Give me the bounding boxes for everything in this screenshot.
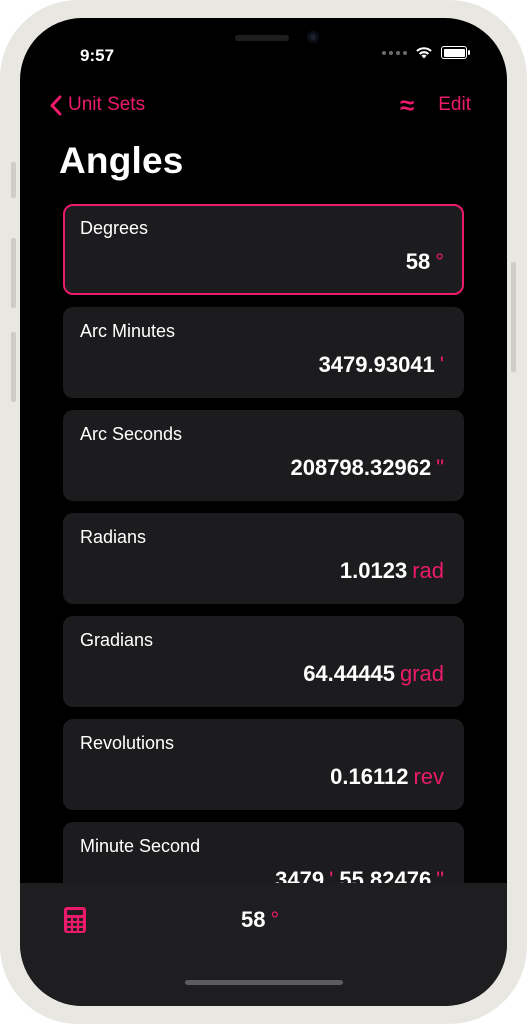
edit-button[interactable]: Edit [438, 94, 471, 116]
unit-name: Minute Second [80, 836, 201, 856]
unit-symbol: " [436, 455, 444, 480]
bottom-input-bar: 58 ° [20, 883, 507, 1006]
home-indicator[interactable] [185, 980, 343, 985]
unit-symbol: rev [413, 764, 444, 789]
unit-card-radians[interactable]: Radians 1.0123 rad [63, 513, 464, 604]
calculator-icon[interactable] [64, 907, 86, 933]
unit-symbol: grad [399, 661, 444, 686]
unit-value-number: 208798.32962 [290, 455, 432, 480]
nav-actions: ≈ Edit [400, 92, 471, 118]
volume-down-button [11, 332, 16, 402]
volume-up-button [11, 238, 16, 308]
unit-value-number: 3479.93041 [318, 352, 435, 377]
unit-card-gradians[interactable]: Gradians 64.44445 grad [63, 616, 464, 707]
input-unit: ° [270, 907, 280, 932]
wifi-icon [416, 47, 432, 59]
silent-switch [11, 162, 16, 198]
unit-value[interactable]: 1.0123 rad [340, 558, 444, 584]
back-button[interactable]: Unit Sets [50, 94, 145, 116]
unit-value-number: 0.16112 [330, 764, 409, 789]
unit-value[interactable]: 0.16112 rev [330, 764, 444, 790]
chevron-left-icon [50, 95, 62, 115]
unit-value-number: 1.0123 [339, 558, 408, 583]
unit-value[interactable]: 58 ° [406, 249, 444, 275]
signal-dots-icon [382, 50, 407, 55]
unit-symbol: ° [435, 249, 444, 274]
device-frame: 9:57 Unit Sets ≈ Edit Angles Degrees 58 … [0, 0, 527, 1024]
earpiece-speaker [235, 35, 289, 41]
power-button [511, 262, 516, 372]
approximation-toggle-button[interactable]: ≈ [400, 92, 414, 118]
unit-value[interactable]: 3479.93041 ' [319, 352, 444, 378]
battery-icon [441, 46, 470, 59]
screen: 9:57 Unit Sets ≈ Edit Angles Degrees 58 … [20, 18, 507, 1006]
unit-card-arc-minutes[interactable]: Arc Minutes 3479.93041 ' [63, 307, 464, 398]
status-icons [382, 46, 470, 59]
unit-value[interactable]: 64.44445 grad [303, 661, 444, 687]
unit-card-degrees[interactable]: Degrees 58 ° [63, 204, 464, 295]
unit-value-number: 64.44445 [303, 661, 395, 686]
unit-symbol: ' [439, 352, 444, 377]
back-button-label: Unit Sets [68, 94, 146, 115]
navigation-bar: Unit Sets ≈ Edit [20, 92, 507, 124]
status-time: 9:57 [80, 46, 115, 65]
current-input-value[interactable]: 58 ° [241, 907, 279, 933]
unit-card-revolutions[interactable]: Revolutions 0.16112 rev [63, 719, 464, 810]
unit-name: Revolutions [80, 733, 175, 753]
unit-list: Degrees 58 ° Arc Minutes 3479.93041 ' Arc … [63, 204, 464, 925]
input-number: 58 [241, 907, 266, 932]
unit-name: Gradians [80, 630, 154, 650]
unit-value-number: 58 [405, 249, 431, 274]
unit-card-arc-seconds[interactable]: Arc Seconds 208798.32962 " [63, 410, 464, 501]
unit-value[interactable]: 208798.32962 " [290, 455, 444, 481]
unit-name: Arc Seconds [80, 424, 183, 444]
page-title: Angles [59, 140, 184, 181]
unit-symbol: rad [412, 558, 444, 583]
unit-name: Radians [80, 527, 147, 547]
front-camera [307, 31, 319, 43]
unit-name: Degrees [80, 218, 149, 238]
unit-name: Arc Minutes [80, 321, 176, 341]
